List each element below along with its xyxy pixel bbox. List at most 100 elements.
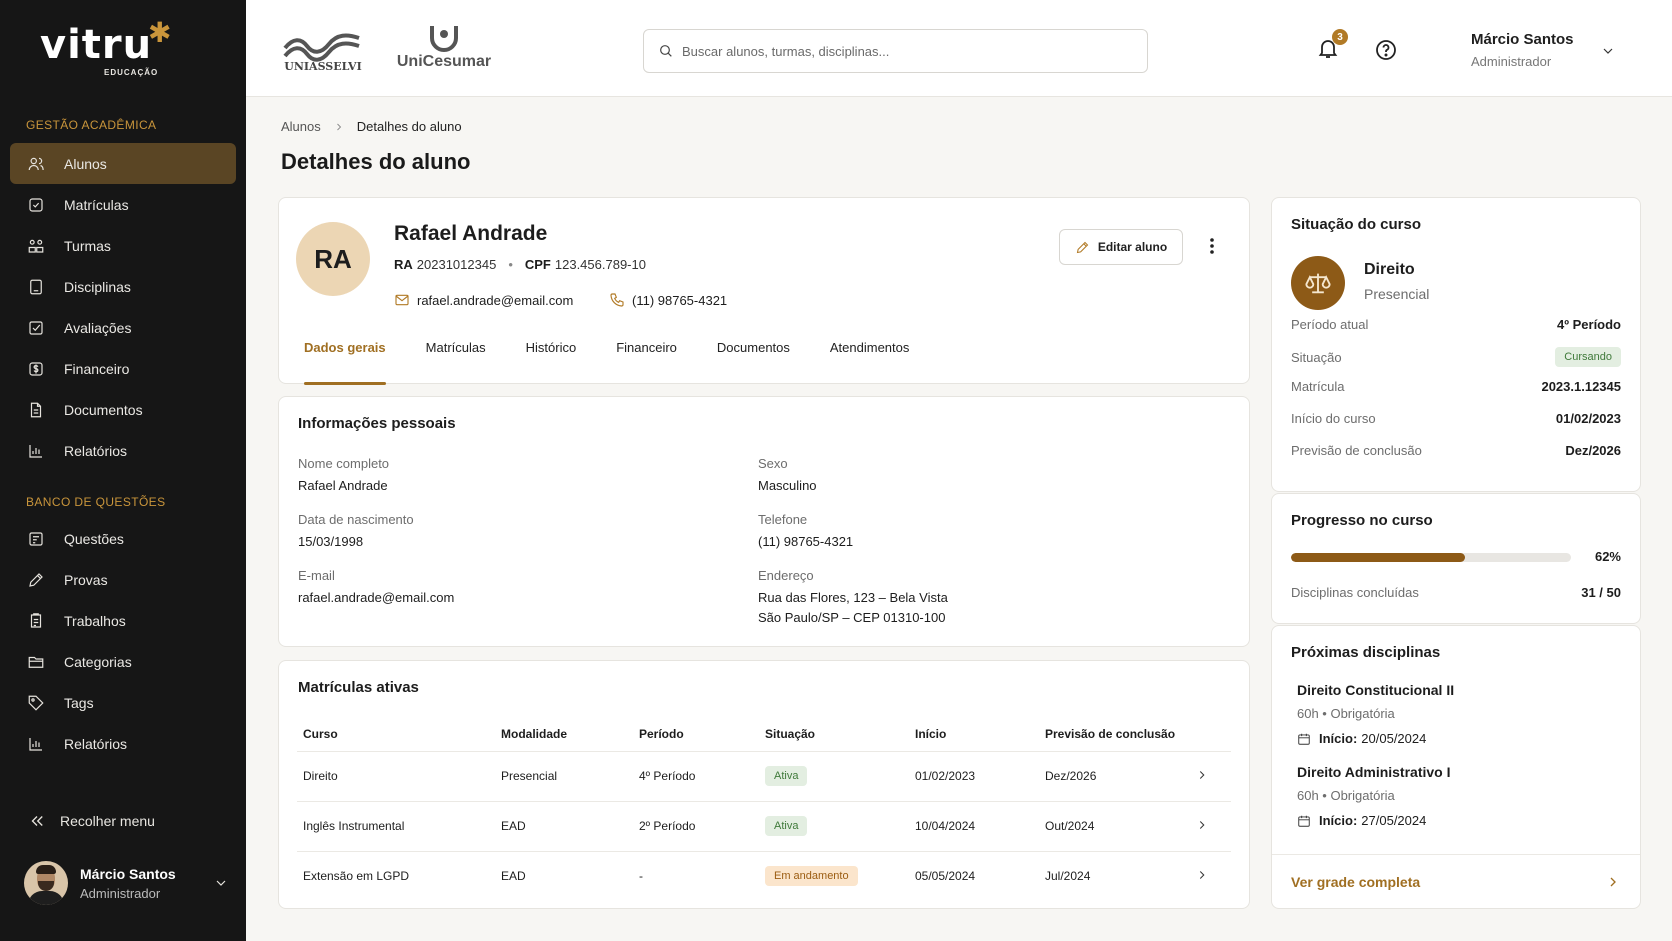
pencil-icon [1076,241,1089,253]
row-open-button[interactable] [1189,751,1231,802]
disciplines-value: 31 / 50 [1581,585,1621,600]
row-open-button[interactable] [1189,801,1231,852]
question-icon [27,530,45,548]
sidebar-item-documentos[interactable]: Documentos [10,389,236,430]
sidebar-item-alunos[interactable]: Alunos [10,143,236,184]
cell-periodo: - [639,869,643,884]
sidebar-item-turmas[interactable]: Turmas [10,225,236,266]
tab-dados-gerais[interactable]: Dados gerais [304,330,386,385]
sidebar-item-provas[interactable]: Provas [10,559,236,600]
sidebar-item-relatorios-banco[interactable]: Relatórios [10,723,236,764]
status-key: Início do curso [1291,411,1376,426]
col-situacao: Situação [759,717,909,752]
student-phone[interactable]: (11) 98765-4321 [609,292,727,308]
field-nascimento: Data de nascimento 15/03/1998 [298,512,414,552]
discipline-start: Início: 27/05/2024 [1297,813,1451,828]
breadcrumb-alunos-link[interactable]: Alunos [281,119,321,134]
page-title: Detalhes do aluno [281,149,471,174]
student-name: Rafael Andrade [394,222,548,245]
sidebar-item-questoes[interactable]: Questões [10,518,236,559]
collapse-menu-button[interactable]: Recolher menu [28,812,155,830]
edit-student-label: Editar aluno [1097,240,1168,254]
sidebar-item-avaliacoes[interactable]: Avaliações [10,307,236,348]
student-ids: RA 20231012345 • CPF 123.456.789-10 [394,257,646,272]
money-icon [27,360,45,378]
sidebar-item-tags[interactable]: Tags [10,682,236,723]
enrollments-table: Curso Modalidade Período Situação Início… [297,717,1231,901]
sidebar: vitru ✱ EDUCAÇÃO GESTÃO ACADÊMICA Alunos… [0,0,246,941]
vitru-logo[interactable]: vitru ✱ EDUCAÇÃO [40,17,171,77]
ra-value: 20231012345 [416,257,497,272]
field-value: Masculino [758,478,817,493]
status-key: Matrícula [1291,379,1345,394]
cell-previsao: Out/2024 [1039,801,1189,852]
status-row: Previsão de conclusão Dez/2026 [1291,443,1621,458]
cell-situacao: Em andamento [759,851,909,901]
course-status-card: Situação do curso Direito Presencial Per… [1271,197,1641,492]
tab-documentos[interactable]: Documentos [717,330,790,384]
field-value-line2: São Paulo/SP – CEP 01310-100 [758,610,946,625]
profile-tabs: Dados gerais Matrículas Histórico Financ… [279,330,925,385]
discipline-meta: 60h • Obrigatória [1297,788,1395,803]
sidebar-item-financeiro[interactable]: Financeiro [10,348,236,389]
cell-periodo: 2º Período [633,801,759,852]
cell-periodo: 4º Período [633,751,759,802]
more-options-button[interactable] [1204,236,1220,256]
view-full-curriculum-link[interactable]: Ver grade completa [1272,854,1640,909]
sidebar-item-categorias[interactable]: Categorias [10,641,236,682]
status-key: Previsão de conclusão [1291,443,1422,458]
status-badge: Ativa [765,766,808,786]
calendar-icon [1298,733,1310,745]
sidebar-item-disciplinas[interactable]: Disciplinas [10,266,236,307]
avatar [24,861,68,905]
student-avatar: RA [296,222,370,296]
sidebar-item-matriculas[interactable]: Matrículas [10,184,236,225]
cell-previsao: Jul/2024 [1045,869,1091,884]
sidebar-item-trabalhos[interactable]: Trabalhos [10,600,236,641]
help-button[interactable] [1374,38,1400,64]
status-key: Situação [1291,349,1342,365]
logo-wordmark: vitru [40,22,153,68]
breadcrumb: Alunos Detalhes do aluno [281,119,462,134]
sidebar-item-label: Relatórios [64,442,128,459]
edit-student-button[interactable]: Editar aluno [1059,229,1183,265]
col-curso: Curso [297,717,495,752]
search-input[interactable] [682,43,1122,59]
student-phone-text: (11) 98765-4321 [632,292,728,308]
ra-label: RA [394,257,413,272]
chevron-right-icon [1199,820,1205,829]
list-item[interactable]: Direito Constitucional II 60h • Obrigató… [1297,682,1454,746]
sidebar-item-label: Alunos [64,155,107,172]
tab-historico[interactable]: Histórico [526,330,577,384]
list-item[interactable]: Direito Administrativo I 60h • Obrigatór… [1297,764,1451,828]
top-user-menu[interactable]: Márcio Santos Administrador [1471,31,1574,69]
breadcrumb-current: Detalhes do aluno [356,119,462,134]
view-full-curriculum-label: Ver grade completa [1291,874,1421,890]
chevron-down-icon [216,880,226,886]
row-open-button[interactable] [1189,851,1231,901]
course-progress-card: Progresso no curso 62% Disciplinas concl… [1271,493,1641,624]
cell-curso: Extensão em LGPD [303,869,410,884]
sidebar-item-relatorios[interactable]: Relatórios [10,430,236,471]
uniasselvi-logo[interactable]: UNIASSELVI [283,22,363,74]
section-title-gestao: GESTÃO ACADÊMICA [26,118,157,132]
sidebar-user-menu[interactable]: Márcio Santos Administrador [24,861,229,905]
field-label: Endereço [758,568,814,583]
table-row[interactable]: Direito Presencial 4º Período Ativa 01/0… [297,751,1231,802]
table-row[interactable]: Inglês Instrumental EAD 2º Período Ativa… [297,801,1231,852]
disciplines-label: Disciplinas concluídas [1291,585,1419,600]
chevron-right-icon [336,123,341,130]
disciplines-row: Disciplinas concluídas 31 / 50 [1291,585,1621,600]
table-row[interactable]: Extensão em LGPD EAD - Em andamento 05/0… [297,851,1231,901]
phone-icon [610,293,624,307]
search-bar[interactable] [643,29,1148,73]
enrollment-icon [27,196,45,214]
student-email[interactable]: rafael.andrade@email.com [394,292,573,308]
tab-financeiro[interactable]: Financeiro [616,330,677,384]
sidebar-item-label: Avaliações [64,319,132,336]
tab-matriculas[interactable]: Matrículas [426,330,486,384]
status-value: 4º Período [1557,317,1621,332]
user-menu-chevron[interactable] [1600,43,1616,59]
unicesumar-logo[interactable]: UniCesumar [396,22,492,74]
tab-atendimentos[interactable]: Atendimentos [830,330,910,384]
